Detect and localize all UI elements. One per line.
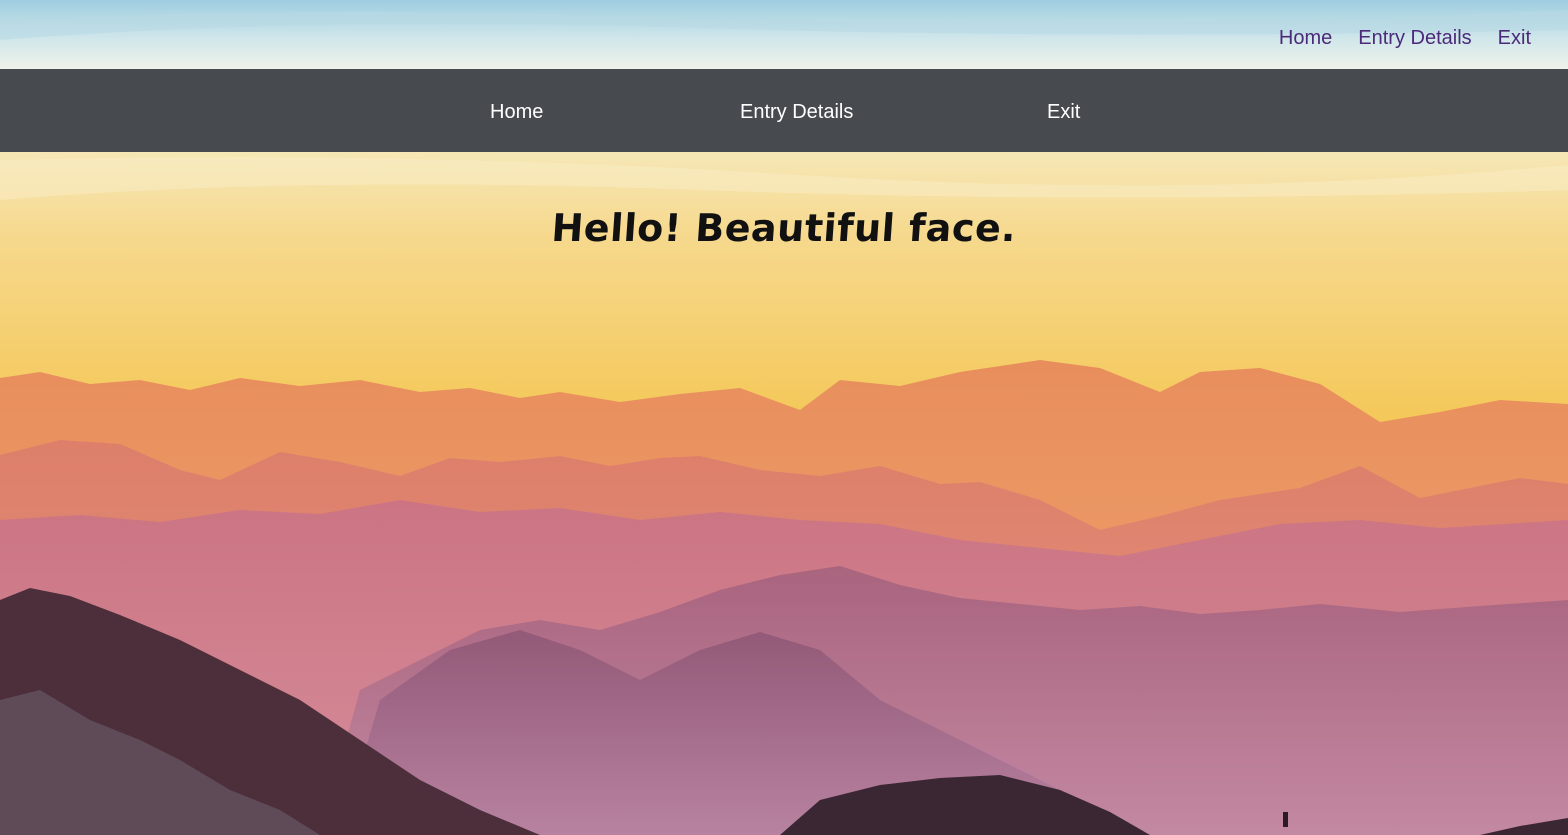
navbar-entry-details-link[interactable]: Entry Details: [740, 69, 853, 152]
top-nav: Home Entry Details Exit: [1253, 0, 1568, 69]
hero-heading: Hello! Beautiful face.: [550, 206, 1018, 250]
main-navbar: Home Entry Details Exit: [0, 69, 1568, 152]
navbar-home-link[interactable]: Home: [490, 69, 543, 152]
page-root: Home Entry Details Exit Home Entry Detai…: [0, 0, 1568, 835]
top-nav-entry-details-link[interactable]: Entry Details: [1358, 19, 1471, 50]
top-nav-home-link[interactable]: Home: [1279, 19, 1332, 50]
top-nav-exit-link[interactable]: Exit: [1498, 19, 1531, 50]
navbar-exit-link[interactable]: Exit: [1047, 69, 1080, 152]
